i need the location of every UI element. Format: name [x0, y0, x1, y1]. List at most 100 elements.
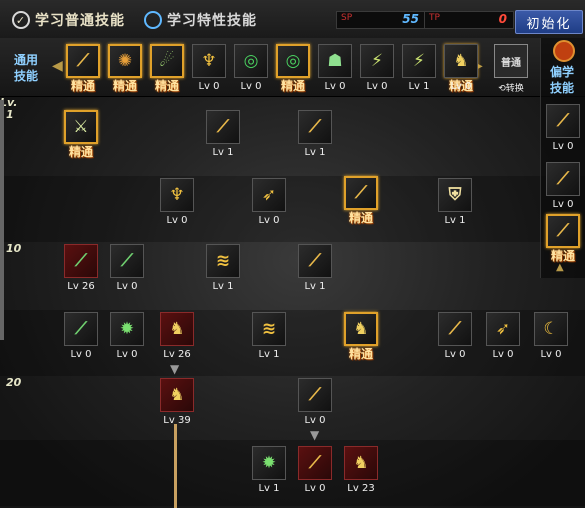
slash-icon: ⟋: [298, 110, 332, 144]
moon-icon: ☾: [534, 312, 568, 346]
skill-slot[interactable]: ≋ Lv 1: [202, 244, 244, 299]
row-band: [0, 440, 585, 506]
skill-slot[interactable]: ✺ 精通: [104, 44, 146, 99]
preferred-label-1: 偏学: [549, 65, 574, 79]
skill-glyph: ☄: [159, 51, 175, 71]
skill-glyph: ⟋: [77, 51, 89, 71]
skill-level-label: Lv 1: [408, 81, 430, 92]
skill-slot[interactable]: ⟋ Lv 0: [542, 162, 584, 217]
common-skills-label: 通用 技能: [4, 46, 48, 90]
skill-slot[interactable]: ◎ Lv 0: [230, 44, 272, 99]
tab-normal-skills[interactable]: ✓ 学习普通技能: [12, 9, 125, 31]
skill-slot[interactable]: ⟋ 精通: [62, 44, 104, 99]
skill-level-label: Lv 0: [198, 81, 220, 92]
skill-glyph: ≋: [215, 251, 231, 271]
skill-slot[interactable]: ➶ Lv 0: [482, 312, 524, 367]
skill-glyph: ⟋: [309, 453, 321, 473]
skill-slot[interactable]: ☾ Lv 0: [530, 312, 572, 367]
skill-slot[interactable]: ⟋ Lv 1: [294, 244, 336, 299]
scroll-up-icon[interactable]: ▲: [556, 262, 564, 273]
slash-icon: ⟋: [438, 312, 472, 346]
reset-button[interactable]: 初始化: [515, 10, 583, 34]
skill-slot[interactable]: ⟋ Lv 1: [294, 110, 336, 165]
skill-slot[interactable]: ♆ Lv 0: [156, 178, 198, 233]
left-scrollbar[interactable]: [0, 100, 4, 340]
slash-icon: ⟋: [66, 44, 100, 78]
skill-slot[interactable]: ⛨ Lv 1: [434, 178, 476, 233]
skill-slot[interactable]: ✹ Lv 1: [248, 446, 290, 501]
convert-icon: 普通: [494, 44, 528, 78]
slash-icon: ⟋: [546, 214, 580, 248]
skill-level-label: Lv 0: [258, 215, 280, 226]
skill-level-label: Lv 26: [163, 349, 191, 360]
skill-level-label: 精通: [348, 347, 373, 361]
sp-counter: SP 55: [336, 11, 426, 29]
skill-level-label: Lv 0: [240, 81, 262, 92]
burst-icon: ✹: [110, 312, 144, 346]
skill-glyph: ◎: [285, 51, 301, 71]
skill-glyph: ♆: [169, 185, 185, 205]
skill-slot[interactable]: ➶ Lv 0: [248, 178, 290, 233]
skill-slot[interactable]: ⟋ Lv 0: [542, 104, 584, 159]
skill-slot[interactable]: ◎ 精通: [272, 44, 314, 99]
skill-level-label: Lv 1: [304, 281, 326, 292]
skill-glyph: ≋: [261, 319, 277, 339]
level-1-marker: 1: [6, 108, 14, 121]
skill-level-label: Lv 0: [116, 349, 138, 360]
skill-slot[interactable]: ⟋ 精通: [542, 214, 584, 269]
skill-slot[interactable]: ⟋ Lv 0: [294, 378, 336, 433]
skill-slot[interactable]: ⟋ Lv 1: [202, 110, 244, 165]
body-icon: ♞: [160, 312, 194, 346]
common-label-1: 通用: [13, 53, 38, 67]
body-icon: ♞: [344, 446, 378, 480]
skill-slot[interactable]: ⚡ Lv 0: [356, 44, 398, 99]
skill-slot[interactable]: ☄ 精通: [146, 44, 188, 99]
check-icon: ✓: [12, 11, 30, 29]
skill-slot[interactable]: ♆ Lv 0: [188, 44, 230, 99]
skill-slot[interactable]: ⟋ Lv 0: [434, 312, 476, 367]
skill-level-label: Lv 1: [304, 147, 326, 158]
skill-level-label: Lv 0: [552, 141, 574, 152]
skill-glyph: ⟋: [557, 221, 569, 241]
body-icon: ♞: [444, 44, 478, 78]
skill-level-label: Lv 0: [304, 483, 326, 494]
skill-slot[interactable]: ⟋ Lv 0: [106, 244, 148, 299]
skill-level-label: Lv 0: [324, 81, 346, 92]
target-icon: ◎: [276, 44, 310, 78]
skill-level-label: Lv 0: [540, 349, 562, 360]
skill-glyph: ♞: [453, 51, 469, 71]
level-10-marker: 10: [6, 242, 22, 255]
skill-slot[interactable]: ⟋ 精通: [340, 176, 382, 231]
skill-slot[interactable]: ≋ Lv 1: [248, 312, 290, 367]
skill-slot[interactable]: ♞ Lv 26: [156, 312, 198, 367]
skill-level-label: Lv 0: [70, 349, 92, 360]
target-icon: ◎: [234, 44, 268, 78]
skill-slot[interactable]: ☗ Lv 0: [314, 44, 356, 99]
slash-icon: ⟋: [298, 244, 332, 278]
skill-glyph: ⚡: [413, 51, 425, 71]
tp-value: 0: [498, 12, 507, 26]
skill-slot[interactable]: ⟋ Lv 0: [294, 446, 336, 501]
skill-level-label: Lv 23: [347, 483, 375, 494]
kick-icon: ⚡: [360, 44, 394, 78]
skill-glyph: ☗: [327, 51, 343, 71]
skill-slot[interactable]: ♞ Lv 0: [440, 44, 482, 99]
skill-slot[interactable]: ⚔ 精通: [60, 110, 102, 165]
skill-level-label: 精通: [154, 79, 179, 93]
leap-icon: ☄: [150, 44, 184, 78]
skill-slot[interactable]: ⚡ Lv 1: [398, 44, 440, 99]
skill-level-label: Lv 0: [444, 349, 466, 360]
skill-slot[interactable]: ⟋ Lv 26: [60, 244, 102, 299]
blade-icon: ⟋: [64, 244, 98, 278]
skill-glyph: ➶: [495, 319, 511, 339]
tab-special-skills[interactable]: 学习特性技能: [144, 9, 257, 31]
skill-slot[interactable]: ✹ Lv 0: [106, 312, 148, 367]
skill-slot[interactable]: ⟋ Lv 0: [60, 312, 102, 367]
skill-slot[interactable]: ♞ Lv 23: [340, 446, 382, 501]
radio-icon: [144, 11, 162, 29]
skill-level-label: Lv 0: [166, 215, 188, 226]
skill-slot[interactable]: ♞ Lv 39: [156, 378, 198, 433]
skill-slot[interactable]: ♞ 精通: [340, 312, 382, 367]
convert-button[interactable]: 普通 ⟲转换: [490, 44, 532, 99]
top-bar: ✓ 学习普通技能 学习特性技能 SP 55 TP 0 初始化: [0, 0, 585, 39]
